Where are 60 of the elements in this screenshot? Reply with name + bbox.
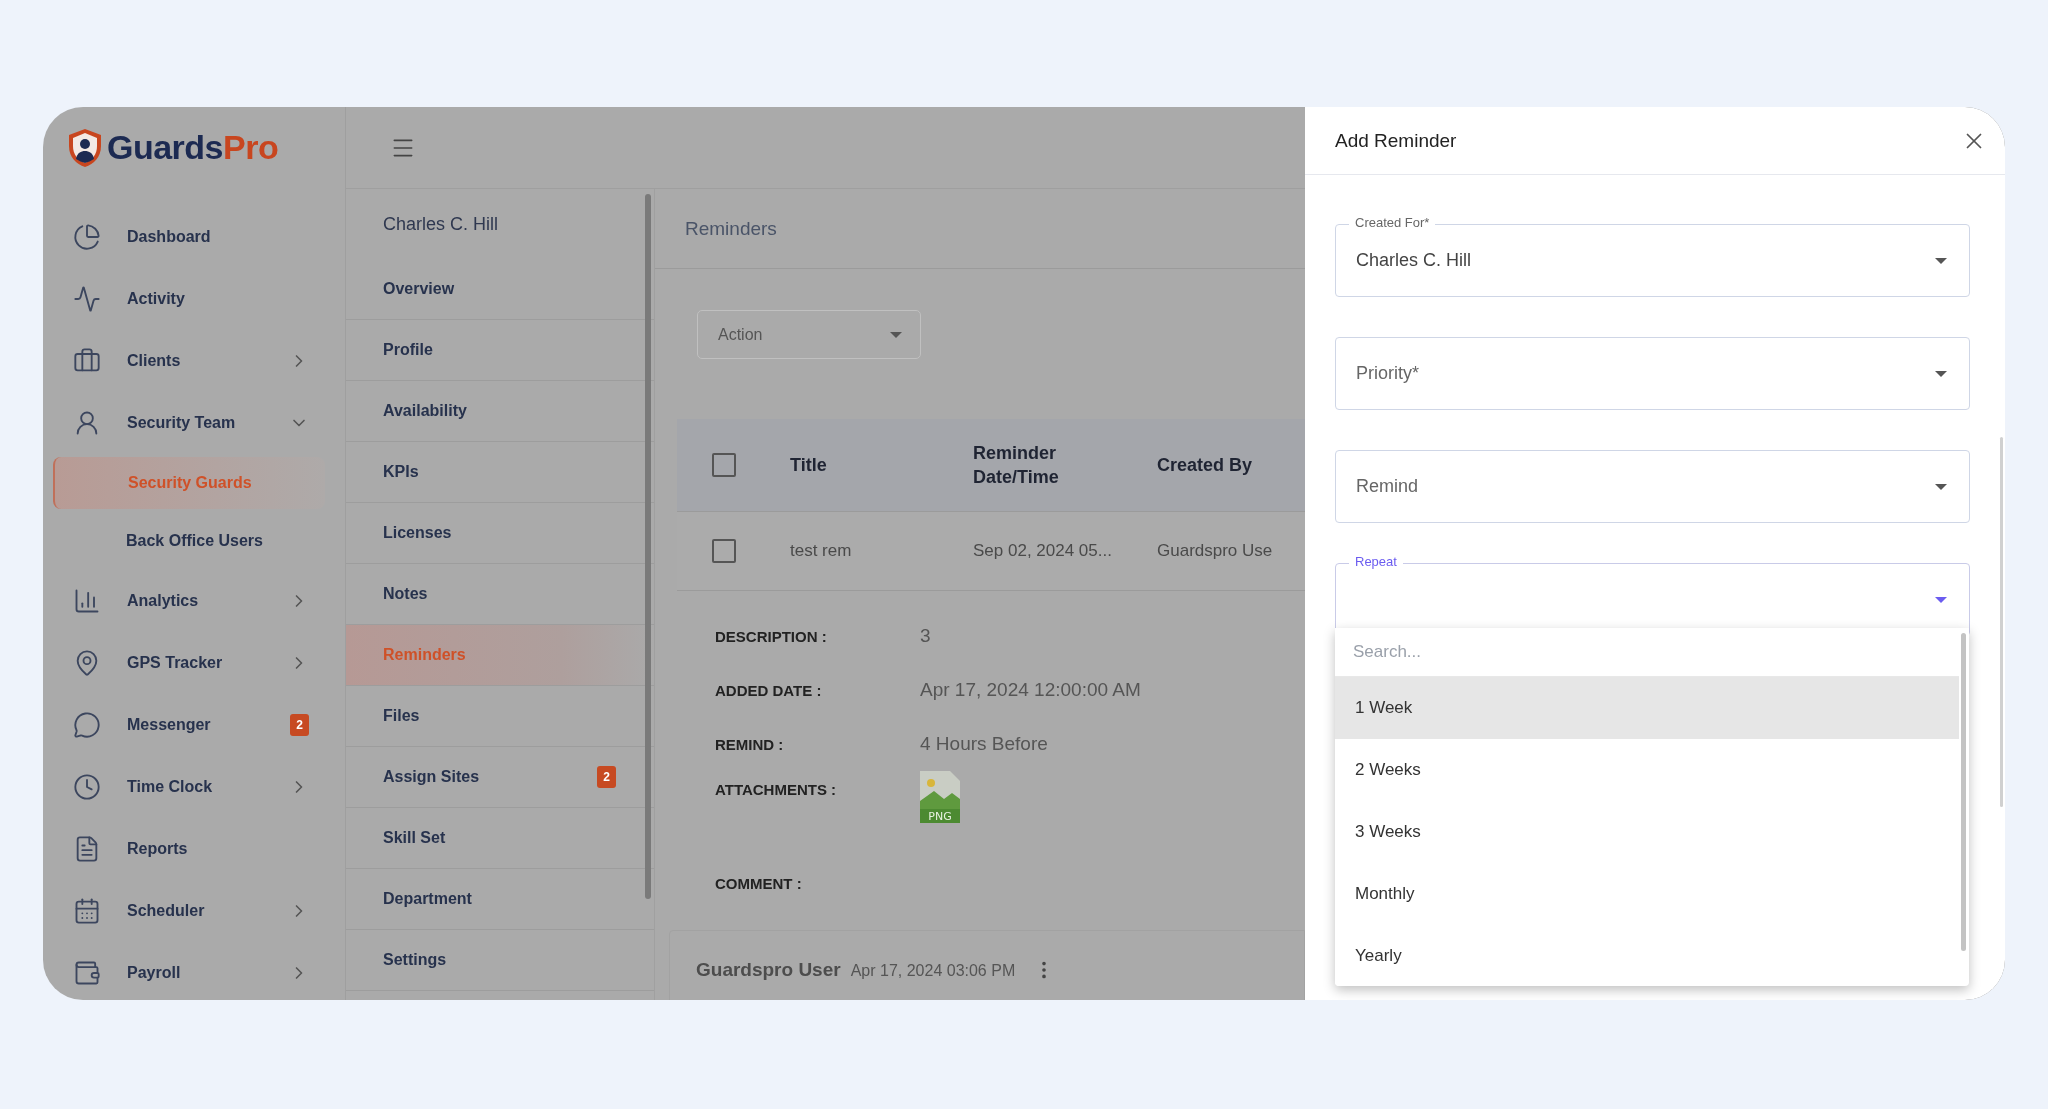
sidebar-item[interactable]: Scheduler	[43, 880, 345, 942]
comment-author: Guardspro User	[696, 959, 841, 981]
sidebar-item[interactable]: Time Clock	[43, 756, 345, 818]
sidebar-item[interactable]: Analytics	[43, 570, 345, 632]
calendar-icon	[73, 897, 101, 925]
dropdown-option[interactable]: Yearly	[1335, 925, 1959, 986]
sidebar-item[interactable]: Dashboard	[43, 206, 345, 268]
column-header: Title	[790, 453, 828, 477]
count-badge: 2	[290, 714, 309, 736]
png-file-icon[interactable]: PNG	[920, 771, 960, 823]
caret-icon	[890, 331, 902, 338]
select-field[interactable]: Remind	[1335, 450, 1970, 523]
sidebar-item[interactable]: Payroll	[43, 942, 345, 1000]
action-dropdown[interactable]: Action	[697, 310, 921, 359]
dropdown-option[interactable]: 1 Week	[1335, 677, 1959, 739]
detail-value: Apr 17, 2024 12:00:00 AM	[920, 679, 1142, 701]
activity-icon	[73, 285, 101, 313]
sidebar-item[interactable]: Reports	[43, 818, 345, 880]
shield-logo-icon	[67, 127, 103, 168]
caret-icon	[1935, 483, 1947, 490]
logo-text: GuardsPro	[107, 128, 279, 167]
caret-icon	[1935, 370, 1947, 377]
column-header: Created By	[1157, 453, 1254, 477]
detail-value: 3	[920, 625, 932, 647]
profile-menu-item[interactable]: Settings	[346, 930, 654, 991]
caret-icon	[1935, 257, 1947, 264]
checkbox[interactable]	[712, 539, 736, 563]
table-cell-text: Guardspro Use	[1157, 541, 1274, 561]
detail-value: 4 Hours Before	[920, 733, 1049, 755]
table-cell-text: test rem	[790, 541, 853, 561]
column-header: Reminder Date/Time	[973, 441, 1060, 489]
select-field[interactable]: Priority*	[1335, 337, 1970, 410]
search-field[interactable]: Search...	[1335, 628, 1959, 677]
comment-time: Apr 17, 2024 03:06 PM	[850, 962, 1016, 980]
caret-icon	[1935, 596, 1947, 603]
detail-label: ATTACHMENTS :	[715, 781, 838, 798]
sidebar-item[interactable]: Messenger 2	[43, 694, 345, 756]
sidebar-item[interactable]: GPS Tracker	[43, 632, 345, 694]
detail-label: REMIND :	[715, 735, 785, 753]
checkbox[interactable]	[712, 453, 736, 477]
sidebar-item[interactable]: Security Team	[43, 392, 345, 454]
sidebar-subitem[interactable]: Back Office Users	[43, 512, 345, 570]
sidebar-item[interactable]: Activity	[43, 268, 345, 330]
bar-chart-icon	[73, 587, 101, 615]
drawer-title: Add Reminder	[1335, 129, 1457, 152]
count-badge: 2	[597, 766, 616, 788]
detail-label: COMMENT :	[715, 874, 803, 892]
clock-icon	[73, 773, 101, 801]
scroll-bar[interactable]	[1961, 633, 1966, 951]
sidebar-item[interactable]: Clients	[43, 330, 345, 392]
wallet-icon	[73, 959, 101, 987]
detail-label: ADDED DATE :	[715, 681, 823, 699]
scroll-bar[interactable]	[645, 194, 651, 899]
chat-bubble-icon	[73, 711, 101, 739]
person-name: Charles C. Hill	[382, 212, 500, 236]
table-cell-text: Sep 02, 2024 05...	[973, 541, 1113, 561]
detail-label: DESCRIPTION :	[715, 627, 828, 645]
pie-chart-icon	[73, 223, 101, 251]
field-label: Repeat	[1349, 554, 1403, 570]
scroll-bar[interactable]	[2000, 437, 2003, 807]
